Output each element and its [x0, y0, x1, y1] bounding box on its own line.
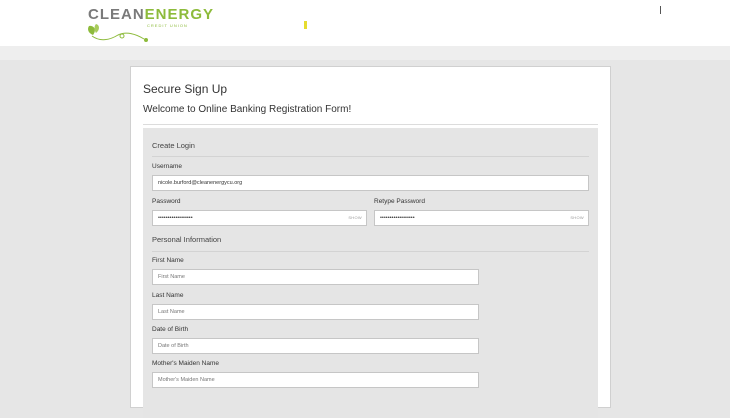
last-name-label: Last Name	[152, 292, 184, 299]
show-password-button[interactable]: SHOW	[348, 211, 362, 225]
logo-clean-text: CLEAN	[88, 6, 145, 23]
first-name-field[interactable]: First Name	[152, 269, 479, 285]
title-divider	[143, 124, 598, 125]
show-retype-password-button[interactable]: SHOW	[570, 211, 584, 225]
section-create-login: Create Login	[152, 141, 195, 150]
password-field[interactable]: •••••••••••••••••• SHOW	[152, 210, 367, 226]
username-field[interactable]: nicole.burford@cleanenergycu.org	[152, 175, 589, 191]
password-value: ••••••••••••••••••	[158, 215, 193, 221]
first-name-label: First Name	[152, 257, 184, 264]
page-title: Secure Sign Up	[143, 82, 228, 96]
date-of-birth-field[interactable]: Date of Birth	[152, 338, 479, 354]
registration-form-panel: Create Login Username nicole.burford@cle…	[143, 128, 598, 418]
mothers-maiden-name-label: Mother's Maiden Name	[152, 360, 219, 367]
last-name-field[interactable]: Last Name	[152, 304, 479, 320]
retype-password-value: ••••••••••••••••••	[380, 215, 415, 221]
clean-energy-logo[interactable]: CLEANENERGY CREDIT UNION	[86, 4, 213, 44]
leaf-vine-icon	[88, 24, 148, 42]
username-label: Username	[152, 163, 182, 170]
retype-password-label: Retype Password	[374, 198, 425, 205]
section-divider	[152, 156, 589, 157]
logo-energy-text: ENERGY	[144, 6, 215, 23]
header-divider	[660, 6, 661, 14]
header-subband	[0, 46, 730, 60]
page-subtitle: Welcome to Online Banking Registration F…	[143, 104, 352, 115]
date-of-birth-label: Date of Birth	[152, 326, 189, 333]
site-header: CLEANENERGY CREDIT UNION	[0, 0, 730, 46]
signup-card: Secure Sign Up Welcome to Online Banking…	[130, 66, 611, 418]
password-label: Password	[152, 198, 181, 205]
section-personal-information: Personal Information	[152, 235, 222, 244]
retype-password-field[interactable]: •••••••••••••••••• SHOW	[374, 210, 589, 226]
section-divider	[152, 251, 589, 252]
mothers-maiden-name-field[interactable]: Mother's Maiden Name	[152, 372, 479, 388]
logo-wordmark: CLEANENERGY	[88, 7, 214, 22]
yellow-accent-mark	[304, 21, 307, 29]
